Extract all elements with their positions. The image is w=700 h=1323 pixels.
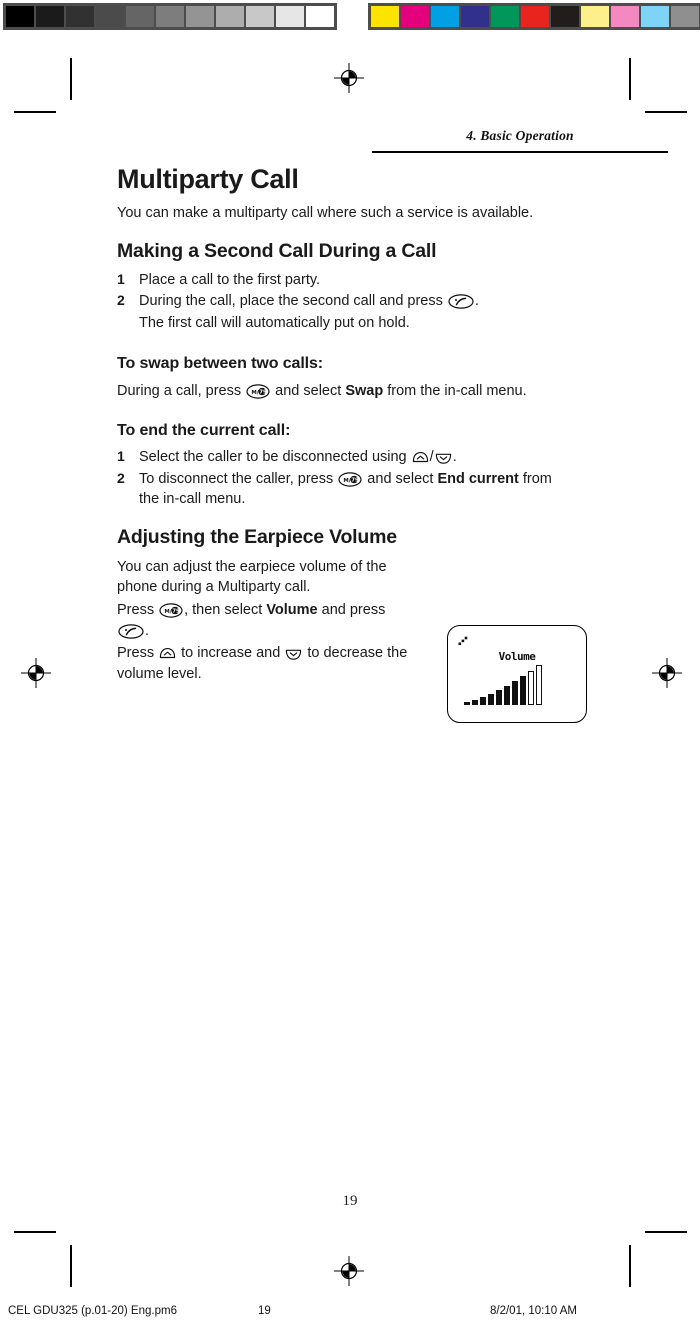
step-text: During the call, place the second call a… [139,293,447,310]
lcd-volume-bar [464,701,470,705]
section-heading-end-call: To end the current call: [117,422,291,440]
volume-p1-line2: phone during a Multiparty call. [117,579,311,596]
nav-up-key-icon [412,451,429,465]
steps-end-call: 1 Select the caller to be disconnected u… [117,447,587,510]
section-heading-second-call: Making a Second Call During a Call [117,239,437,262]
list-item: 1 Select the caller to be disconnected u… [117,447,587,468]
svg-text:M/: M/ [344,478,351,484]
page-title: Multiparty Call [117,164,299,194]
step-text: Place a call to the first party. [139,271,321,288]
lcd-volume-bar [496,689,502,705]
swap-text-mid: and select [271,382,346,399]
page-content: Multiparty Call You can make a multipart… [117,164,587,723]
volume-p2-mid: , then select [184,602,267,618]
list-item: 2 To disconnect the caller, press M/79 a… [117,469,587,510]
end-current-menu-item: End current [437,470,519,487]
volume-instructions: You can adjust the earpiece volume of th… [117,557,437,684]
volume-p2-after: and press [317,602,386,618]
volume-p3-line2: volume level. [117,665,202,682]
steps-second-call: 1 Place a call to the first party. 2 Dur… [117,270,587,312]
menu-key-icon: M/79 [246,383,270,399]
list-item: 1 Place a call to the first party. [117,270,587,291]
page-number: 19 [342,1193,358,1209]
swap-menu-item: Swap [345,382,384,399]
volume-paragraph-2: Press M/79, then select Volume and press… [117,600,437,641]
lcd-volume-bar [536,664,542,705]
svg-text:79: 79 [352,477,360,483]
step-number: 1 [117,448,125,465]
volume-section: You can adjust the earpiece volume of th… [117,557,587,723]
step-text: Select the caller to be disconnected usi… [139,449,411,466]
swap-instruction: During a call, press M/79 and select Swa… [117,381,587,402]
lcd-volume-bar [480,696,486,705]
lcd-volume-bar [512,680,518,705]
send-key-icon [448,294,474,310]
lcd-volume-bar [520,675,526,705]
step-text: To disconnect the caller, press [139,470,338,487]
swap-text-after: from the in-call menu. [383,382,527,399]
svg-text:79: 79 [172,609,180,615]
send-key-icon [118,623,144,639]
section-heading-swap: To swap between two calls: [117,354,324,372]
volume-p3-after: to decrease the [303,645,408,662]
substep-text: The first call will automatically put on… [139,314,410,331]
step-number: 2 [117,469,125,486]
printer-footer: CEL GDU325 (p.01-20) Eng.pm6 19 8/2/01, … [0,1305,700,1323]
lcd-volume-bar-graph [464,664,542,705]
menu-key-icon: M/79 [338,471,362,487]
swap-text-before: During a call, press [117,382,246,399]
lcd-volume-bar [504,685,510,705]
nav-down-key-icon [285,647,302,661]
svg-text:M/: M/ [164,609,171,615]
volume-p2-end: . [145,622,150,639]
step-text-line2: the in-call menu. [139,491,246,508]
running-head: 4. Basic Operation [466,128,574,143]
svg-text:79: 79 [259,389,267,395]
running-head-rule [372,151,668,154]
lcd-volume-bar [488,693,494,705]
intro-paragraph: You can make a multiparty call where suc… [117,205,534,222]
step-text-mid: and select [363,470,438,487]
volume-p3-mid: to increase and [177,645,285,662]
lcd-title-text: Volume [498,649,536,663]
signal-strength-icon [458,633,474,651]
step-number: 2 [117,292,125,309]
nav-separator: / [429,449,434,466]
manual-page: 4. Basic Operation Multiparty Call You c… [0,0,700,1322]
volume-paragraph-1: You can adjust the earpiece volume of th… [117,557,437,598]
svg-text:M/: M/ [252,390,259,396]
printer-footer-page: 19 [258,1305,271,1317]
step-text-tail: . [452,449,457,466]
volume-paragraph-3: Press to increase and to decrease the vol… [117,643,437,684]
step-number: 1 [117,270,125,287]
list-item: 2 During the call, place the second call… [117,291,587,312]
volume-p1-line1: You can adjust the earpiece volume of th… [117,558,387,575]
lcd-volume-bar [472,699,478,705]
nav-down-key-icon [435,451,452,465]
phone-lcd-illustration: Volume [447,624,587,723]
lcd-volume-bar [528,670,534,705]
volume-p3-before: Press [117,645,159,662]
printer-footer-filename: CEL GDU325 (p.01-20) Eng.pm6 [8,1305,177,1317]
step-text-after: from [518,470,552,487]
volume-menu-item: Volume [266,602,318,618]
step-text-tail: . [474,293,479,310]
volume-p2-before: Press [117,602,159,618]
nav-up-key-icon [159,647,176,661]
section-heading-volume: Adjusting the Earpiece Volume [117,525,397,548]
printer-footer-timestamp: 8/2/01, 10:10 AM [490,1305,577,1317]
menu-key-icon: M/79 [159,603,183,618]
